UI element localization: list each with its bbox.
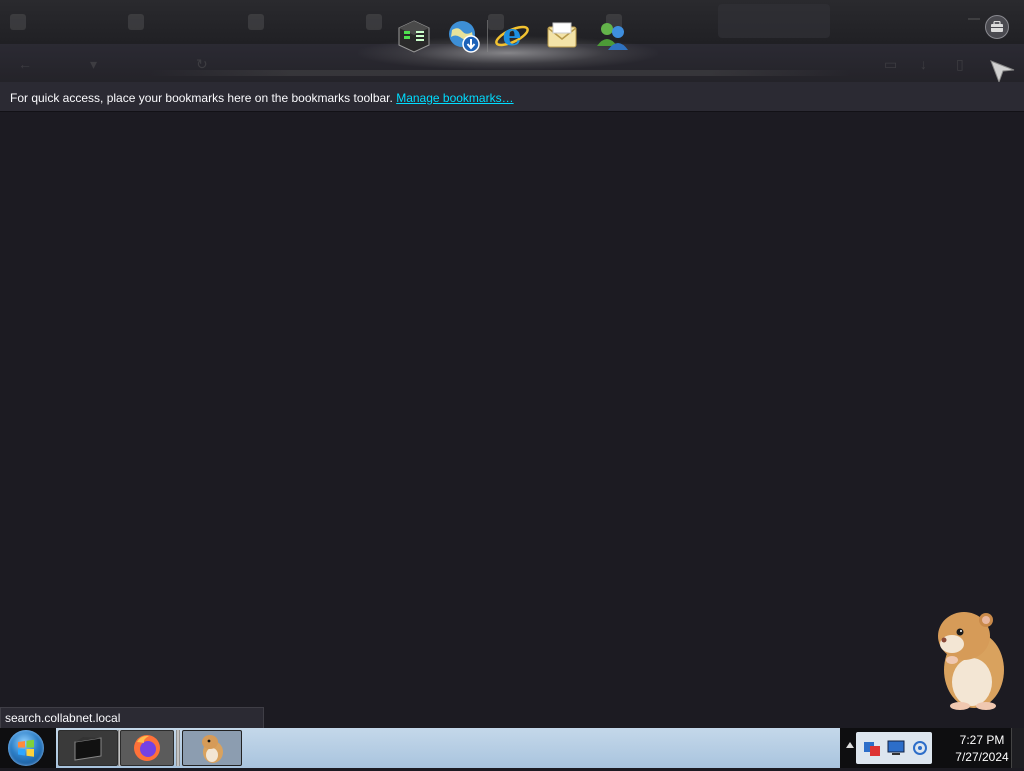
svg-text:e: e xyxy=(502,18,521,53)
display-icon[interactable] xyxy=(886,738,906,758)
app-cube-icon[interactable] xyxy=(396,18,432,54)
internet-explorer-icon[interactable]: e xyxy=(494,18,530,54)
tab-favicon xyxy=(128,14,144,30)
download-icon[interactable]: ↓ xyxy=(920,56,927,72)
taskbar: 7:27 PM 7/27/2024 xyxy=(0,728,1024,768)
hamster-icon xyxy=(202,735,223,763)
taskbar-terminal-button[interactable] xyxy=(58,730,118,766)
terminal-icon xyxy=(74,737,102,761)
system-tray: 7:27 PM 7/27/2024 xyxy=(840,728,1024,768)
browser-tab[interactable] xyxy=(10,6,34,38)
taskbar-firefox-button[interactable] xyxy=(120,730,174,766)
pointer-arrow-icon[interactable] xyxy=(988,56,1016,84)
globe-download-icon[interactable] xyxy=(446,18,482,54)
show-hidden-icons-icon[interactable] xyxy=(846,742,854,748)
windows-logo-icon xyxy=(18,739,34,757)
library-icon[interactable]: ▯ xyxy=(956,56,964,73)
active-tab[interactable] xyxy=(718,4,830,38)
window-controls[interactable] xyxy=(968,10,980,20)
network-icon[interactable] xyxy=(862,738,882,758)
dropdown-icon[interactable]: ▾ xyxy=(90,56,97,73)
pocket-icon[interactable]: ▭ xyxy=(884,56,897,73)
refresh-icon[interactable] xyxy=(910,738,930,758)
page-content[interactable] xyxy=(0,112,1024,728)
messenger-people-icon[interactable] xyxy=(594,18,630,54)
toolbox-icon[interactable] xyxy=(985,15,1009,39)
tab-favicon xyxy=(248,14,264,30)
taskbar-hamster-button[interactable] xyxy=(182,730,242,766)
clock-date: 7/27/2024 xyxy=(955,750,1009,764)
firefox-icon xyxy=(134,735,160,761)
taskbar-separator xyxy=(176,730,180,766)
dock: e xyxy=(358,10,658,70)
bookmarks-toolbar: For quick access, place your bookmarks h… xyxy=(0,82,1024,112)
hamster-pet-icon[interactable] xyxy=(930,600,1010,712)
manage-bookmarks-link[interactable]: Manage bookmarks… xyxy=(396,91,513,105)
show-desktop-button[interactable] xyxy=(1011,728,1024,768)
dock-separator xyxy=(487,20,488,52)
url-bar[interactable] xyxy=(150,70,850,76)
start-area xyxy=(0,728,56,768)
browser-tab[interactable] xyxy=(248,6,272,38)
status-url: search.collabnet.local xyxy=(0,707,264,729)
tab-favicon xyxy=(10,14,26,30)
browser-tab[interactable] xyxy=(128,6,152,38)
mail-envelope-icon[interactable] xyxy=(544,18,580,54)
tray-icon-group xyxy=(856,732,932,764)
bookmarks-hint-text: For quick access, place your bookmarks h… xyxy=(10,91,393,105)
back-icon[interactable]: ← xyxy=(18,56,32,72)
start-button[interactable] xyxy=(8,730,44,766)
